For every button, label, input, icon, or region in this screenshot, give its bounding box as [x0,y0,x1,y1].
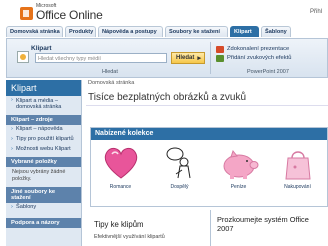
search-button-label: Hledat [176,55,195,61]
clipart-icon [17,51,29,63]
nav-link-templates[interactable]: Šablony [6,203,81,213]
toolbar-link-label: Zdokonalení prezentace [227,46,290,52]
nav-empty-note: Nejsou vybrány žádné položky. [12,168,66,182]
tips-text[interactable]: Efektivnější využívání klipartů [94,234,165,240]
office-online-logo[interactable]: Microsoft Office Online [12,3,103,23]
main-tabs: Domovská stránka Produkty Nápověda a pos… [6,26,328,38]
featured-collections: Nabízené kolekce Romance Dospělý Peníze … [90,127,328,207]
person-icon [154,144,206,182]
tab-templates[interactable]: Šablony [261,26,291,37]
explore-panel[interactable]: Prozkoumejte systém Office 2007 [210,210,328,246]
featured-item-shopping[interactable]: Nakupování [272,144,324,190]
featured-title: Nabízené kolekce [91,128,327,140]
page-title: Tisíce bezplatných obrázků a zvuků [86,88,328,106]
login-link[interactable]: Přihl [310,9,322,15]
search-arrow-icon: ▸ [197,55,201,62]
sound-icon [216,55,224,62]
nav-section-selected: Vybrané položky [6,156,81,167]
nav-section-support: Podpora a názory [6,217,81,228]
toolbar-link-label: Přidání zvukových efektů [227,55,292,61]
nav-section-other-downloads: Jiné soubory ke stažení [6,186,81,203]
featured-item-romance[interactable]: Romance [95,144,147,190]
tab-home[interactable]: Domovská stránka [6,26,63,37]
page-header: Microsoft Office Online Přihl [0,0,328,26]
search-input[interactable]: Hledat všechny typy médií [35,53,167,63]
search-group-caption: Hledat [102,69,118,75]
nav-link-options[interactable]: Možnosti webu Klipart [6,145,81,155]
featured-caption: Peníze [230,184,247,190]
featured-item-money[interactable]: Peníze [213,144,265,190]
tab-clipart[interactable]: Klipart [230,26,259,37]
nav-section-resources: Klipart – zdroje [6,114,81,125]
tab-downloads[interactable]: Soubory ke stažení [165,26,228,37]
heart-icon [95,144,147,182]
featured-caption: Nakupování [284,184,311,190]
toolbar-divider [210,42,211,74]
featured-caption: Romance [109,184,132,190]
shopping-bag-icon [272,144,324,182]
presentation-icon [216,46,224,53]
toolbar-link-presentation[interactable]: Zdokonalení prezentace [216,46,290,53]
nav-link-clipart-home[interactable]: Klipart a média – domovská stránka [6,96,81,113]
clipart-search-toolbar: Klipart Hledat všechny typy médií Hledat… [6,38,328,78]
office-logo-icon [20,7,33,20]
nav-title: Klipart [6,80,81,96]
main-content: Domovská stránka Tisíce bezplatných obrá… [86,80,328,246]
breadcrumb[interactable]: Domovská stránka [86,80,328,88]
toolbar-link-sound[interactable]: Přidání zvukových efektů [216,55,292,62]
search-button[interactable]: Hledat ▸ [171,52,205,64]
nav-link-tips[interactable]: Tipy pro použití klipartů [6,135,81,145]
nav-link-clipart-help[interactable]: Klipart – nápověda [6,125,81,135]
brand-name: Office Online [36,8,103,22]
tab-help[interactable]: Nápověda a postupy [98,26,163,37]
tab-products[interactable]: Produkty [65,26,96,37]
left-navigation: Klipart Klipart a média – domovská strán… [6,80,82,246]
piggy-bank-icon [213,144,265,182]
search-label: Klipart [31,45,52,52]
featured-caption: Dospělý [170,184,189,190]
tips-title: Tipy ke klipům [94,220,144,229]
toolbar-right-caption: PowerPoint 2007 [247,69,289,75]
featured-item-adult[interactable]: Dospělý [154,144,206,190]
explore-title: Prozkoumejte systém Office 2007 [217,215,309,233]
